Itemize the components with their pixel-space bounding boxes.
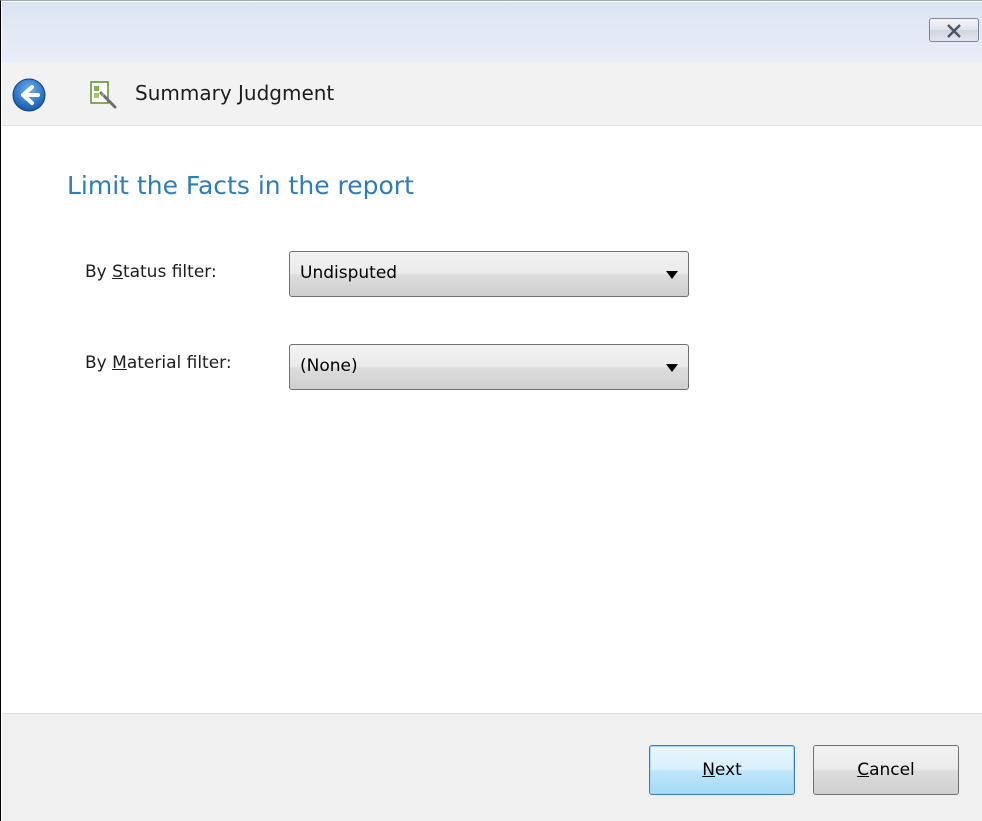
material-filter-value: (None) <box>300 356 358 376</box>
material-filter-dropdown[interactable]: (None) <box>289 344 689 390</box>
chevron-down-icon <box>666 364 678 372</box>
back-arrow-icon <box>12 78 46 112</box>
material-filter-label: By Material filter: <box>85 353 232 373</box>
status-filter-label: By Status filter: <box>85 262 217 282</box>
status-filter-dropdown[interactable]: Undisputed <box>289 251 689 297</box>
cancel-button[interactable]: Cancel <box>813 745 959 795</box>
wizard-window: Summary Judgment Limit the Facts in the … <box>0 0 982 821</box>
wizard-icon <box>87 78 119 110</box>
chevron-down-icon <box>666 271 678 279</box>
next-button[interactable]: Next <box>649 745 795 795</box>
close-icon <box>947 24 961 38</box>
page-title: Limit the Facts in the report <box>67 171 414 200</box>
back-button[interactable] <box>12 78 46 112</box>
close-button[interactable] <box>929 18 979 42</box>
wizard-title: Summary Judgment <box>135 81 335 105</box>
status-filter-value: Undisputed <box>300 263 398 283</box>
wizard-header: Summary Judgment <box>2 62 982 126</box>
wizard-footer: Next Cancel <box>2 713 982 821</box>
title-bar <box>2 2 982 62</box>
